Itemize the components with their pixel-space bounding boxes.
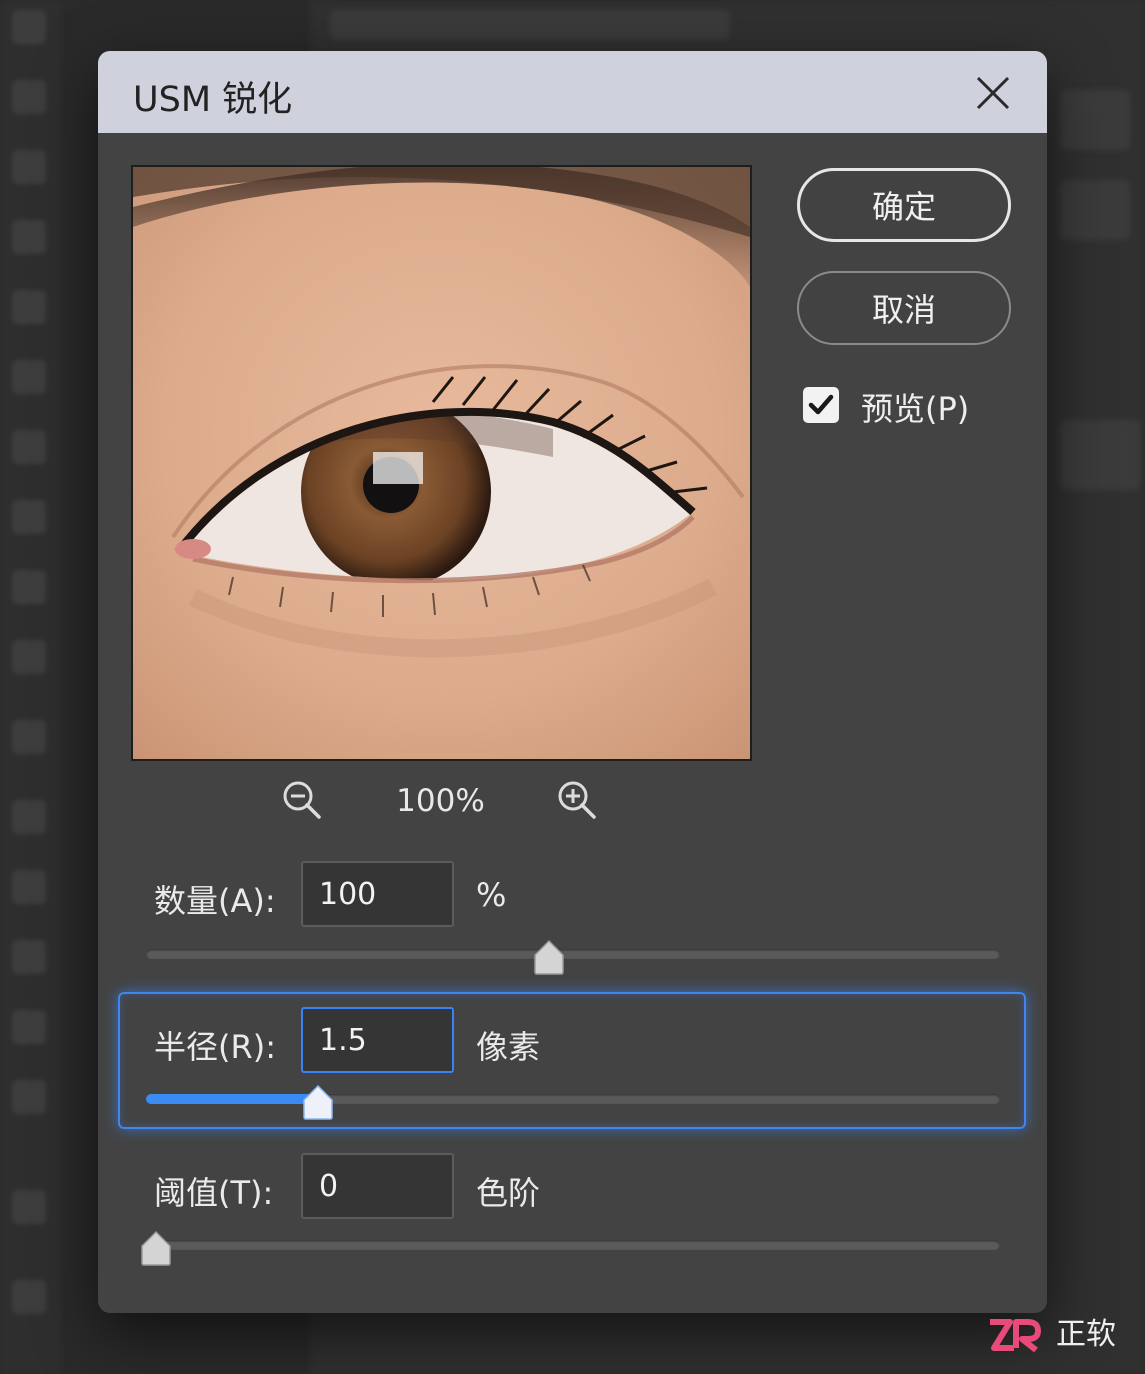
cancel-button[interactable]: 取消 [797,271,1011,345]
slider-thumb-shape [303,1084,333,1120]
bg-tool-icon [12,10,46,44]
threshold-input[interactable]: 0 [301,1153,454,1219]
threshold-slider-track[interactable] [146,1240,1000,1250]
eye-photo [133,167,750,759]
usm-sharpen-dialog: USM 锐化 100% 确定 取消 预览(P) 数量(A): 100 % 半径(… [98,51,1047,1313]
background-toolbar [0,0,62,1374]
amount-unit: % [476,876,507,914]
bg-tool-icon [12,150,46,184]
bg-tool-icon [12,940,46,974]
zoom-level: 100% [396,783,485,819]
radius-label: 半径(R): [154,1028,276,1066]
threshold-slider-thumb[interactable] [139,1230,173,1266]
radius-unit: 像素 [476,1028,541,1066]
zoom-in-icon [558,781,596,819]
bg-tool-icon [12,80,46,114]
bg-tool-icon [12,640,46,674]
bg-tool-icon [12,220,46,254]
radius-slider-thumb[interactable] [301,1084,335,1120]
bg-tool-icon [12,720,46,754]
threshold-unit: 色阶 [476,1174,541,1212]
bg-panel-block [1060,90,1130,150]
bg-tool-icon [12,1190,46,1224]
dialog-titlebar[interactable]: USM 锐化 [98,51,1047,133]
bg-tool-icon [12,1010,46,1044]
amount-slider-thumb[interactable] [532,939,566,975]
close-icon [976,76,1010,110]
bg-tool-icon [12,800,46,834]
bg-tool-icon [12,570,46,604]
preview-label: 预览(P) [861,390,970,428]
zoom-out-button[interactable] [281,779,323,821]
bg-tool-icon [12,290,46,324]
bg-panel-block [1060,180,1130,240]
bg-panel-block [330,10,730,40]
threshold-label: 阈值(T): [154,1174,274,1212]
amount-label: 数量(A): [154,882,276,920]
zr-logo-icon: 正软 [990,1317,1116,1353]
watermark-brand: 正软 [1056,1317,1116,1352]
amount-input[interactable]: 100 [301,861,454,927]
bg-tool-icon [12,360,46,394]
radius-slider-fill [146,1094,319,1104]
radius-input[interactable]: 1.5 [301,1007,454,1073]
dialog-title: USM 锐化 [133,80,293,120]
bg-panel-block [1060,420,1140,490]
slider-thumb-shape [534,939,564,975]
watermark-logo: 正软 [988,1312,1133,1362]
bg-tool-icon [12,870,46,904]
bg-tool-icon [12,1080,46,1114]
bg-tool-icon [12,1280,46,1314]
zoom-out-icon [283,781,321,819]
close-button[interactable] [973,73,1013,113]
amount-slider-fill [146,949,549,959]
amount-slider-track[interactable] [146,949,1000,959]
zoom-in-button[interactable] [556,779,598,821]
bg-tool-icon [12,430,46,464]
radius-slider-track[interactable] [146,1094,1000,1104]
bg-tool-icon [12,500,46,534]
checkmark-icon [808,394,834,415]
preview-checkbox[interactable] [803,387,839,423]
preview-image[interactable] [131,165,752,761]
slider-thumb-shape [141,1230,171,1266]
ok-button[interactable]: 确定 [797,168,1011,242]
